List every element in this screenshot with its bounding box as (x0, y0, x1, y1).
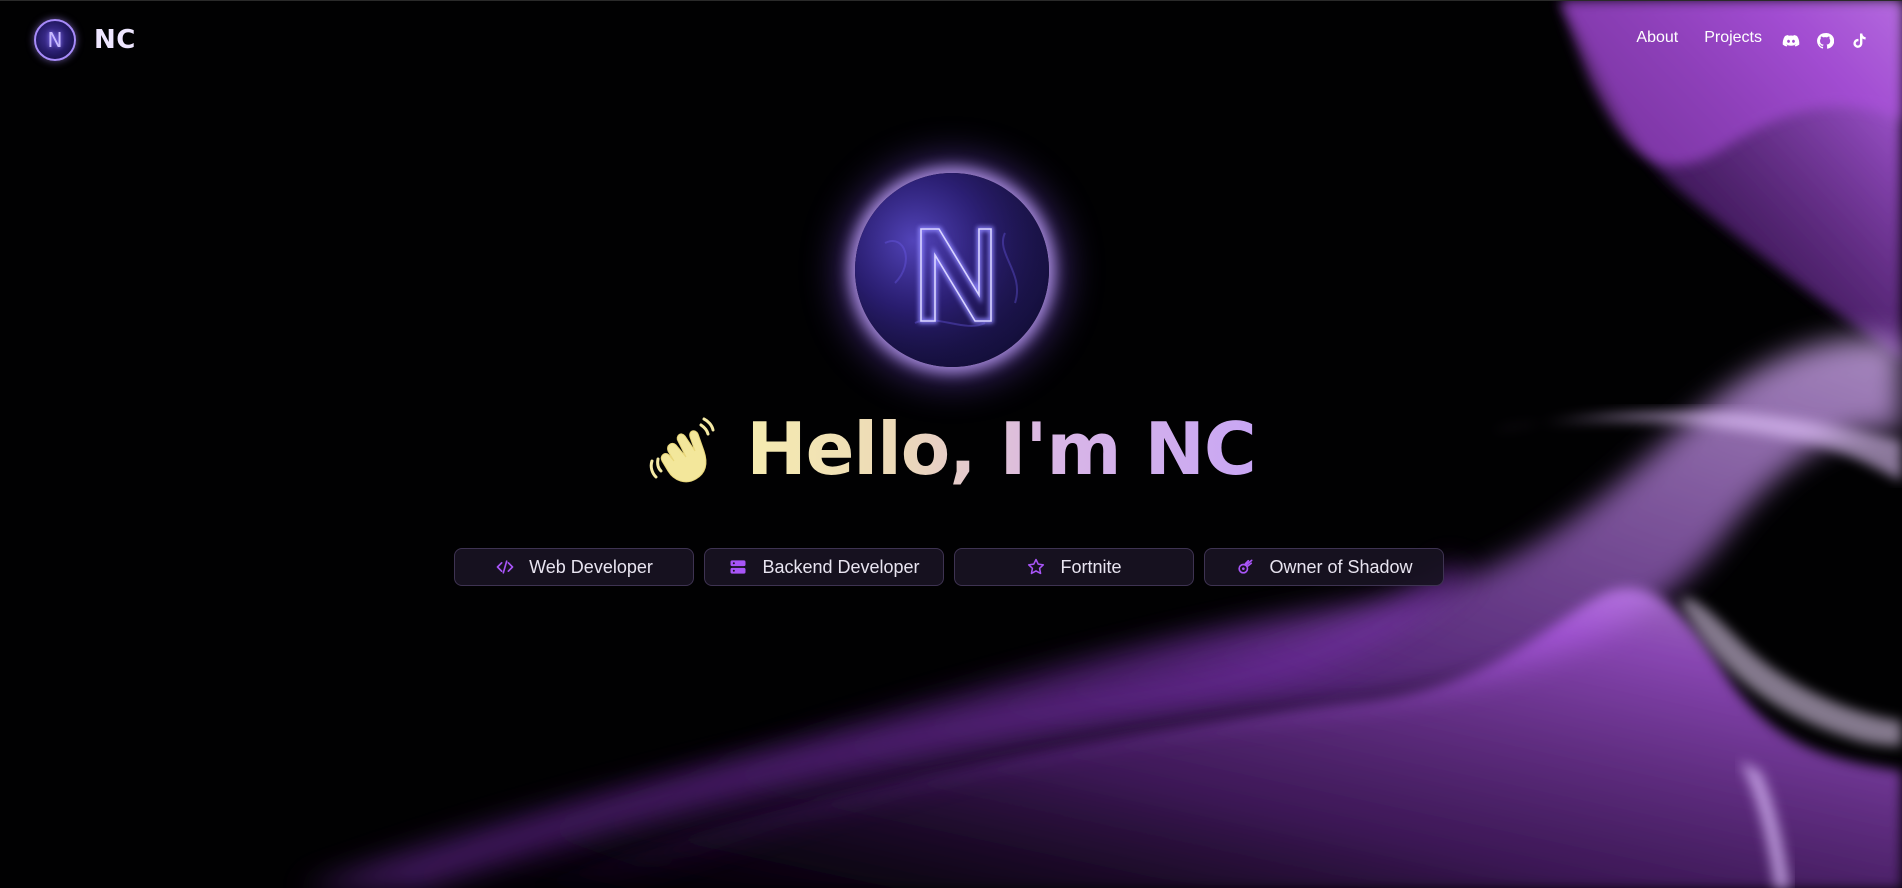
tag-owner-of-shadow[interactable]: Owner of Shadow (1204, 548, 1444, 586)
tag-label: Backend Developer (762, 556, 920, 577)
tag-backend-developer[interactable]: Backend Developer (704, 548, 944, 586)
tiktok-icon[interactable] (1850, 32, 1868, 50)
brand-logo-letter: N (47, 28, 63, 52)
top-nav: N NC About Projects (0, 1, 1902, 81)
discord-icon[interactable] (1782, 32, 1800, 50)
star-icon (1026, 557, 1046, 577)
brand-logo: N (34, 19, 76, 61)
nav-links: About Projects (1636, 29, 1762, 47)
hero-headline: Hello, I'm NC (0, 411, 1902, 491)
nav-link-about[interactable]: About (1636, 29, 1678, 47)
waving-hand-icon (650, 417, 715, 483)
profile-avatar (855, 173, 1049, 367)
code-icon (495, 557, 515, 577)
tag-web-developer[interactable]: Web Developer (454, 548, 694, 586)
page: N NC About Projects Hello, I'm NC Web De… (0, 0, 1902, 888)
server-icon (728, 557, 748, 577)
avatar-image (855, 173, 1049, 367)
tag-label: Web Developer (529, 556, 653, 577)
tag-label: Fortnite (1060, 556, 1122, 577)
tag-fortnite[interactable]: Fortnite (954, 548, 1194, 586)
greeting-text: Hello, I'm NC (746, 407, 1256, 491)
github-icon[interactable] (1816, 32, 1834, 50)
comet-icon (1235, 557, 1255, 577)
tag-label: Owner of Shadow (1269, 556, 1413, 577)
role-tags: Web Developer Backend Developer Fortnite… (454, 548, 1444, 586)
brand-name: NC (94, 25, 136, 55)
brand-home-link[interactable]: N NC (34, 19, 136, 61)
social-links (1782, 32, 1868, 50)
nav-link-projects[interactable]: Projects (1704, 29, 1762, 47)
